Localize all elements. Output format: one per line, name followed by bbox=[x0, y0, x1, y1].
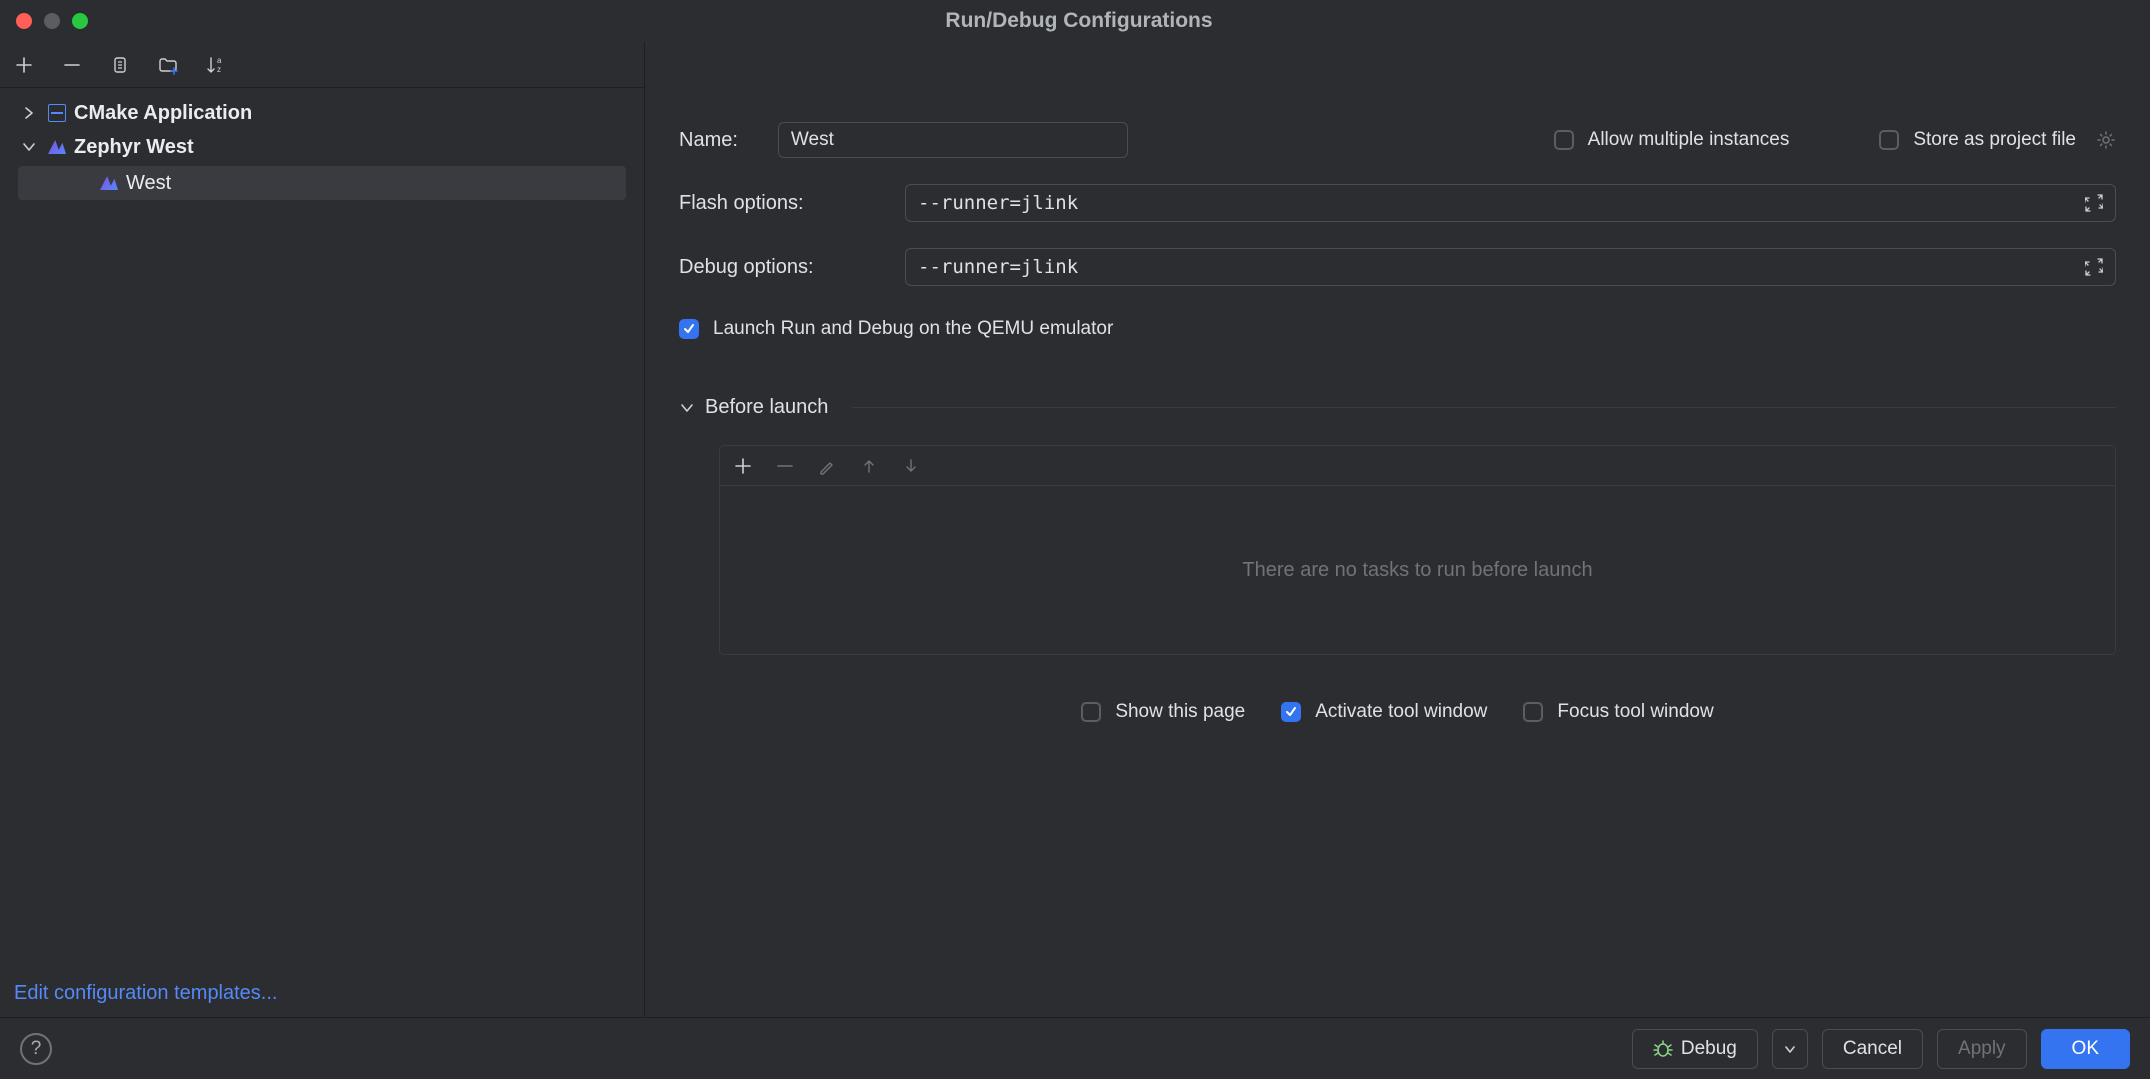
apply-button[interactable]: Apply bbox=[1937, 1029, 2027, 1069]
chevron-right-icon bbox=[22, 106, 40, 120]
before-launch-footer: Show this page Activate tool window Focu… bbox=[679, 701, 2116, 723]
debug-button[interactable]: Debug bbox=[1632, 1029, 1758, 1069]
new-folder-button[interactable] bbox=[154, 51, 182, 79]
sort-button[interactable]: az bbox=[202, 51, 230, 79]
checkbox-label: Activate tool window bbox=[1315, 701, 1487, 723]
debug-options-label: Debug options: bbox=[679, 256, 875, 279]
remove-task-button[interactable] bbox=[776, 457, 794, 475]
zephyr-icon bbox=[48, 140, 66, 154]
before-launch-header[interactable]: Before launch bbox=[679, 396, 2116, 419]
help-button[interactable]: ? bbox=[20, 1033, 52, 1065]
checkbox-icon bbox=[1281, 702, 1301, 722]
debug-dropdown-button[interactable] bbox=[1772, 1029, 1808, 1069]
sort-icon: az bbox=[205, 54, 227, 76]
titlebar: Run/Debug Configurations bbox=[0, 0, 2150, 42]
checkbox-icon bbox=[1523, 702, 1543, 722]
svg-text:a: a bbox=[217, 56, 222, 65]
checkbox-icon bbox=[1879, 130, 1899, 150]
expand-icon[interactable] bbox=[2085, 258, 2103, 276]
tree-item-cmake-application[interactable]: CMake Application bbox=[0, 96, 644, 130]
svg-text:z: z bbox=[217, 65, 221, 74]
name-field[interactable] bbox=[778, 122, 1128, 158]
debug-options-value: --runner=jlink bbox=[918, 256, 2085, 278]
show-this-page-checkbox[interactable]: Show this page bbox=[1081, 701, 1245, 723]
checkbox-icon bbox=[1081, 702, 1101, 722]
edit-templates-link[interactable]: Edit configuration templates... bbox=[0, 970, 644, 1017]
chevron-down-icon bbox=[22, 140, 40, 154]
button-label: Apply bbox=[1958, 1038, 2006, 1060]
tree-item-label: Zephyr West bbox=[74, 136, 194, 159]
checkbox-icon bbox=[679, 319, 699, 339]
tree-item-label: CMake Application bbox=[74, 102, 252, 125]
add-task-button[interactable] bbox=[734, 457, 752, 475]
debug-options-row: Debug options: --runner=jlink bbox=[679, 248, 2116, 286]
focus-tool-window-checkbox[interactable]: Focus tool window bbox=[1523, 701, 1713, 723]
before-launch-title: Before launch bbox=[705, 396, 828, 419]
button-label: Debug bbox=[1681, 1038, 1737, 1060]
gear-icon[interactable] bbox=[2096, 130, 2116, 150]
store-as-project-file-checkbox[interactable]: Store as project file bbox=[1879, 129, 2116, 151]
activate-tool-window-checkbox[interactable]: Activate tool window bbox=[1281, 701, 1487, 723]
minus-icon bbox=[62, 55, 82, 75]
separator bbox=[852, 407, 2116, 408]
checkbox-label: Store as project file bbox=[1913, 129, 2076, 151]
cancel-button[interactable]: Cancel bbox=[1822, 1029, 1923, 1069]
configuration-form: Name: Allow multiple instances Store as … bbox=[645, 42, 2150, 1017]
flash-options-input[interactable]: --runner=jlink bbox=[905, 184, 2116, 222]
bug-icon bbox=[1653, 1039, 1673, 1059]
before-launch-panel: There are no tasks to run before launch bbox=[719, 445, 2116, 655]
checkbox-label: Launch Run and Debug on the QEMU emulato… bbox=[713, 318, 1113, 340]
edit-task-button[interactable] bbox=[818, 457, 836, 475]
flash-options-label: Flash options: bbox=[679, 192, 875, 215]
checkbox-label: Focus tool window bbox=[1557, 701, 1713, 723]
tree-toolbar: az bbox=[0, 42, 644, 88]
qemu-checkbox[interactable]: Launch Run and Debug on the QEMU emulato… bbox=[679, 318, 2116, 340]
chevron-down-icon bbox=[1783, 1042, 1797, 1056]
checkbox-icon bbox=[1554, 130, 1574, 150]
dialog-buttons: Debug Cancel Apply OK bbox=[1632, 1029, 2130, 1069]
chevron-down-icon bbox=[679, 400, 695, 416]
name-label: Name: bbox=[679, 129, 738, 152]
button-label: OK bbox=[2072, 1038, 2099, 1060]
zephyr-icon bbox=[100, 176, 118, 190]
window-title: Run/Debug Configurations bbox=[8, 9, 2150, 33]
before-launch-empty-text: There are no tasks to run before launch bbox=[720, 486, 2115, 654]
plus-icon bbox=[14, 55, 34, 75]
name-row: Name: Allow multiple instances Store as … bbox=[679, 122, 2116, 158]
content: az CMake Application Zephyr West West bbox=[0, 42, 2150, 1017]
checkbox-label: Show this page bbox=[1115, 701, 1245, 723]
move-up-button[interactable] bbox=[860, 457, 878, 475]
allow-multiple-instances-checkbox[interactable]: Allow multiple instances bbox=[1554, 129, 1790, 151]
button-label: Cancel bbox=[1843, 1038, 1902, 1060]
configurations-tree: CMake Application Zephyr West West bbox=[0, 88, 644, 970]
add-configuration-button[interactable] bbox=[10, 51, 38, 79]
tree-item-label: West bbox=[126, 172, 171, 195]
move-down-button[interactable] bbox=[902, 457, 920, 475]
remove-configuration-button[interactable] bbox=[58, 51, 86, 79]
flash-options-row: Flash options: --runner=jlink bbox=[679, 184, 2116, 222]
flash-options-value: --runner=jlink bbox=[918, 192, 2085, 214]
copy-configuration-button[interactable] bbox=[106, 51, 134, 79]
before-launch-toolbar bbox=[720, 446, 2115, 486]
checkbox-label: Allow multiple instances bbox=[1588, 129, 1790, 151]
dialog-button-bar: ? Debug Cancel Apply OK bbox=[0, 1017, 2150, 1079]
expand-icon[interactable] bbox=[2085, 194, 2103, 212]
ok-button[interactable]: OK bbox=[2041, 1029, 2130, 1069]
configurations-sidebar: az CMake Application Zephyr West West bbox=[0, 42, 645, 1017]
tree-item-west[interactable]: West bbox=[18, 166, 626, 200]
tree-item-zephyr-west[interactable]: Zephyr West bbox=[0, 130, 644, 164]
cmake-icon bbox=[48, 104, 66, 122]
folder-icon bbox=[157, 54, 179, 76]
copy-icon bbox=[110, 55, 130, 75]
debug-options-input[interactable]: --runner=jlink bbox=[905, 248, 2116, 286]
